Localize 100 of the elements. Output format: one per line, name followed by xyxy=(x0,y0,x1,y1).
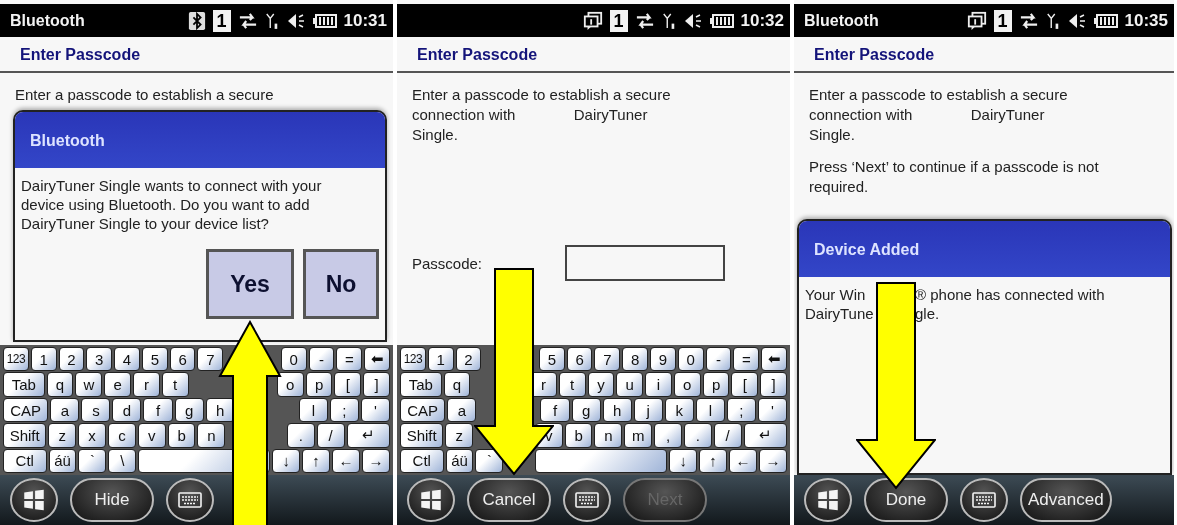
keyboard-key[interactable]: t xyxy=(161,372,189,397)
keyboard-key[interactable]: n xyxy=(594,423,623,448)
keyboard-key[interactable]: 8 xyxy=(622,347,649,372)
keyboard-key[interactable]: 5 xyxy=(538,347,565,372)
space-key[interactable] xyxy=(535,448,668,474)
keyboard-key[interactable]: / xyxy=(316,423,345,448)
keyboard-key[interactable]: = xyxy=(336,347,363,372)
keyboard-key[interactable]: - xyxy=(308,347,335,372)
keyboard-key[interactable]: Ctl xyxy=(3,448,47,474)
keyboard-key[interactable]: 123 xyxy=(3,347,29,372)
keyboard-key[interactable]: s xyxy=(81,397,111,423)
keyboard-key[interactable]: h xyxy=(602,397,632,423)
dialog-button[interactable]: No xyxy=(303,249,379,319)
keyboard-key[interactable]: / xyxy=(713,423,742,448)
keyboard-key[interactable]: Shift xyxy=(400,423,444,448)
keyboard-key[interactable]: e xyxy=(104,372,131,397)
keyboard-key[interactable]: q xyxy=(443,372,471,397)
keyboard-key[interactable]: k xyxy=(664,397,694,423)
keyboard-key[interactable]: Tab xyxy=(400,372,442,397)
keyboard-key[interactable]: 7 xyxy=(197,347,224,372)
keyboard-key[interactable]: 3 xyxy=(86,347,113,372)
keyboard-key[interactable]: o xyxy=(276,372,304,397)
keyboard-key[interactable]: ; xyxy=(329,397,359,423)
keyboard-key[interactable]: m xyxy=(624,423,653,448)
keyboard-key[interactable]: ↓ xyxy=(669,448,698,474)
keyboard-key[interactable]: 1 xyxy=(30,347,57,372)
keyboard-key[interactable]: 2 xyxy=(455,347,482,372)
keyboard-key[interactable]: áü xyxy=(48,448,77,474)
keyboard-key[interactable]: x xyxy=(78,423,106,448)
keyboard-key[interactable]: [ xyxy=(334,372,362,397)
keyboard-key[interactable]: ` xyxy=(78,448,107,474)
keyboard-key[interactable]: Shift xyxy=(3,423,47,448)
keyboard-key[interactable]: [ xyxy=(731,372,759,397)
passcode-field[interactable] xyxy=(565,245,725,281)
keyboard-key[interactable]: w xyxy=(75,372,103,397)
keyboard-key[interactable]: áü xyxy=(445,448,474,474)
keyboard-key[interactable]: z xyxy=(445,423,474,448)
keyboard-key[interactable]: p xyxy=(702,372,730,397)
keyboard-button[interactable] xyxy=(166,478,214,522)
bluetooth-icon[interactable] xyxy=(187,10,206,31)
keyboard-key[interactable]: 123 xyxy=(400,347,426,372)
keyboard-key[interactable]: p xyxy=(305,372,333,397)
keyboard-key[interactable]: l xyxy=(298,397,328,423)
keyboard-key[interactable]: 2 xyxy=(58,347,85,372)
keyboard-key[interactable]: r xyxy=(133,372,160,397)
keyboard-key[interactable]: Tab xyxy=(3,372,45,397)
keyboard-key[interactable]: o xyxy=(673,372,701,397)
keyboard-button[interactable] xyxy=(563,478,611,522)
keyboard-key[interactable]: 0 xyxy=(280,347,307,372)
keyboard-key[interactable]: v xyxy=(137,423,166,448)
keyboard-key[interactable]: ↵ xyxy=(743,423,787,448)
keyboard-key[interactable]: 0 xyxy=(677,347,704,372)
keyboard-key[interactable]: a xyxy=(50,397,80,423)
keyboard-key[interactable]: ↑ xyxy=(699,448,728,474)
keyboard-key[interactable]: → xyxy=(362,448,390,474)
keyboard-key[interactable]: j xyxy=(633,397,663,423)
keyboard-key[interactable]: ↑ xyxy=(302,448,331,474)
keyboard-key[interactable]: a xyxy=(447,397,477,423)
keyboard-key[interactable]: 5 xyxy=(141,347,168,372)
keyboard-key[interactable]: CAP xyxy=(3,397,49,423)
softkey-button[interactable]: Advanced xyxy=(1020,478,1112,522)
keyboard-key[interactable]: = xyxy=(733,347,760,372)
keyboard-key[interactable]: i xyxy=(645,372,672,397)
keyboard-key[interactable]: . xyxy=(286,423,315,448)
softkey-button[interactable]: Done xyxy=(864,478,948,522)
keyboard-key[interactable]: ← xyxy=(729,448,758,474)
keyboard-key[interactable]: l xyxy=(695,397,725,423)
message-icon[interactable] xyxy=(966,10,987,31)
keyboard-key[interactable]: c xyxy=(108,423,136,448)
start-button[interactable] xyxy=(10,478,58,522)
keyboard-key[interactable]: d xyxy=(112,397,142,423)
dialog-button[interactable]: Yes xyxy=(206,249,294,319)
softkey-button[interactable]: Cancel xyxy=(467,478,551,522)
keyboard-key[interactable]: 7 xyxy=(594,347,621,372)
keyboard-key[interactable]: . xyxy=(683,423,712,448)
keyboard-key[interactable]: t xyxy=(558,372,586,397)
keyboard-key[interactable]: ] xyxy=(363,372,390,397)
keyboard-key[interactable]: ' xyxy=(757,397,787,423)
keyboard-key[interactable]: z xyxy=(48,423,77,448)
keyboard-key[interactable]: f xyxy=(143,397,173,423)
keyboard-key[interactable]: g xyxy=(174,397,204,423)
keyboard-button[interactable] xyxy=(960,478,1008,522)
keyboard-key[interactable]: q xyxy=(46,372,74,397)
keyboard-key[interactable]: , xyxy=(654,423,682,448)
keyboard-key[interactable]: 6 xyxy=(169,347,196,372)
keyboard-key[interactable]: 6 xyxy=(566,347,593,372)
keyboard-key[interactable]: ↵ xyxy=(346,423,390,448)
keyboard-key[interactable]: ] xyxy=(760,372,787,397)
keyboard-key[interactable]: h xyxy=(205,397,235,423)
keyboard-key[interactable]: n xyxy=(197,423,226,448)
keyboard-key[interactable]: - xyxy=(705,347,732,372)
keyboard-key[interactable]: ↓ xyxy=(272,448,301,474)
keyboard-key[interactable]: → xyxy=(759,448,787,474)
keyboard-key[interactable]: b xyxy=(564,423,593,448)
keyboard-key[interactable]: ; xyxy=(726,397,756,423)
keyboard-key[interactable]: 9 xyxy=(650,347,676,372)
start-button[interactable] xyxy=(804,478,852,522)
keyboard-key[interactable]: b xyxy=(167,423,196,448)
softkey-button[interactable]: Hide xyxy=(70,478,154,522)
message-icon[interactable] xyxy=(582,10,603,31)
